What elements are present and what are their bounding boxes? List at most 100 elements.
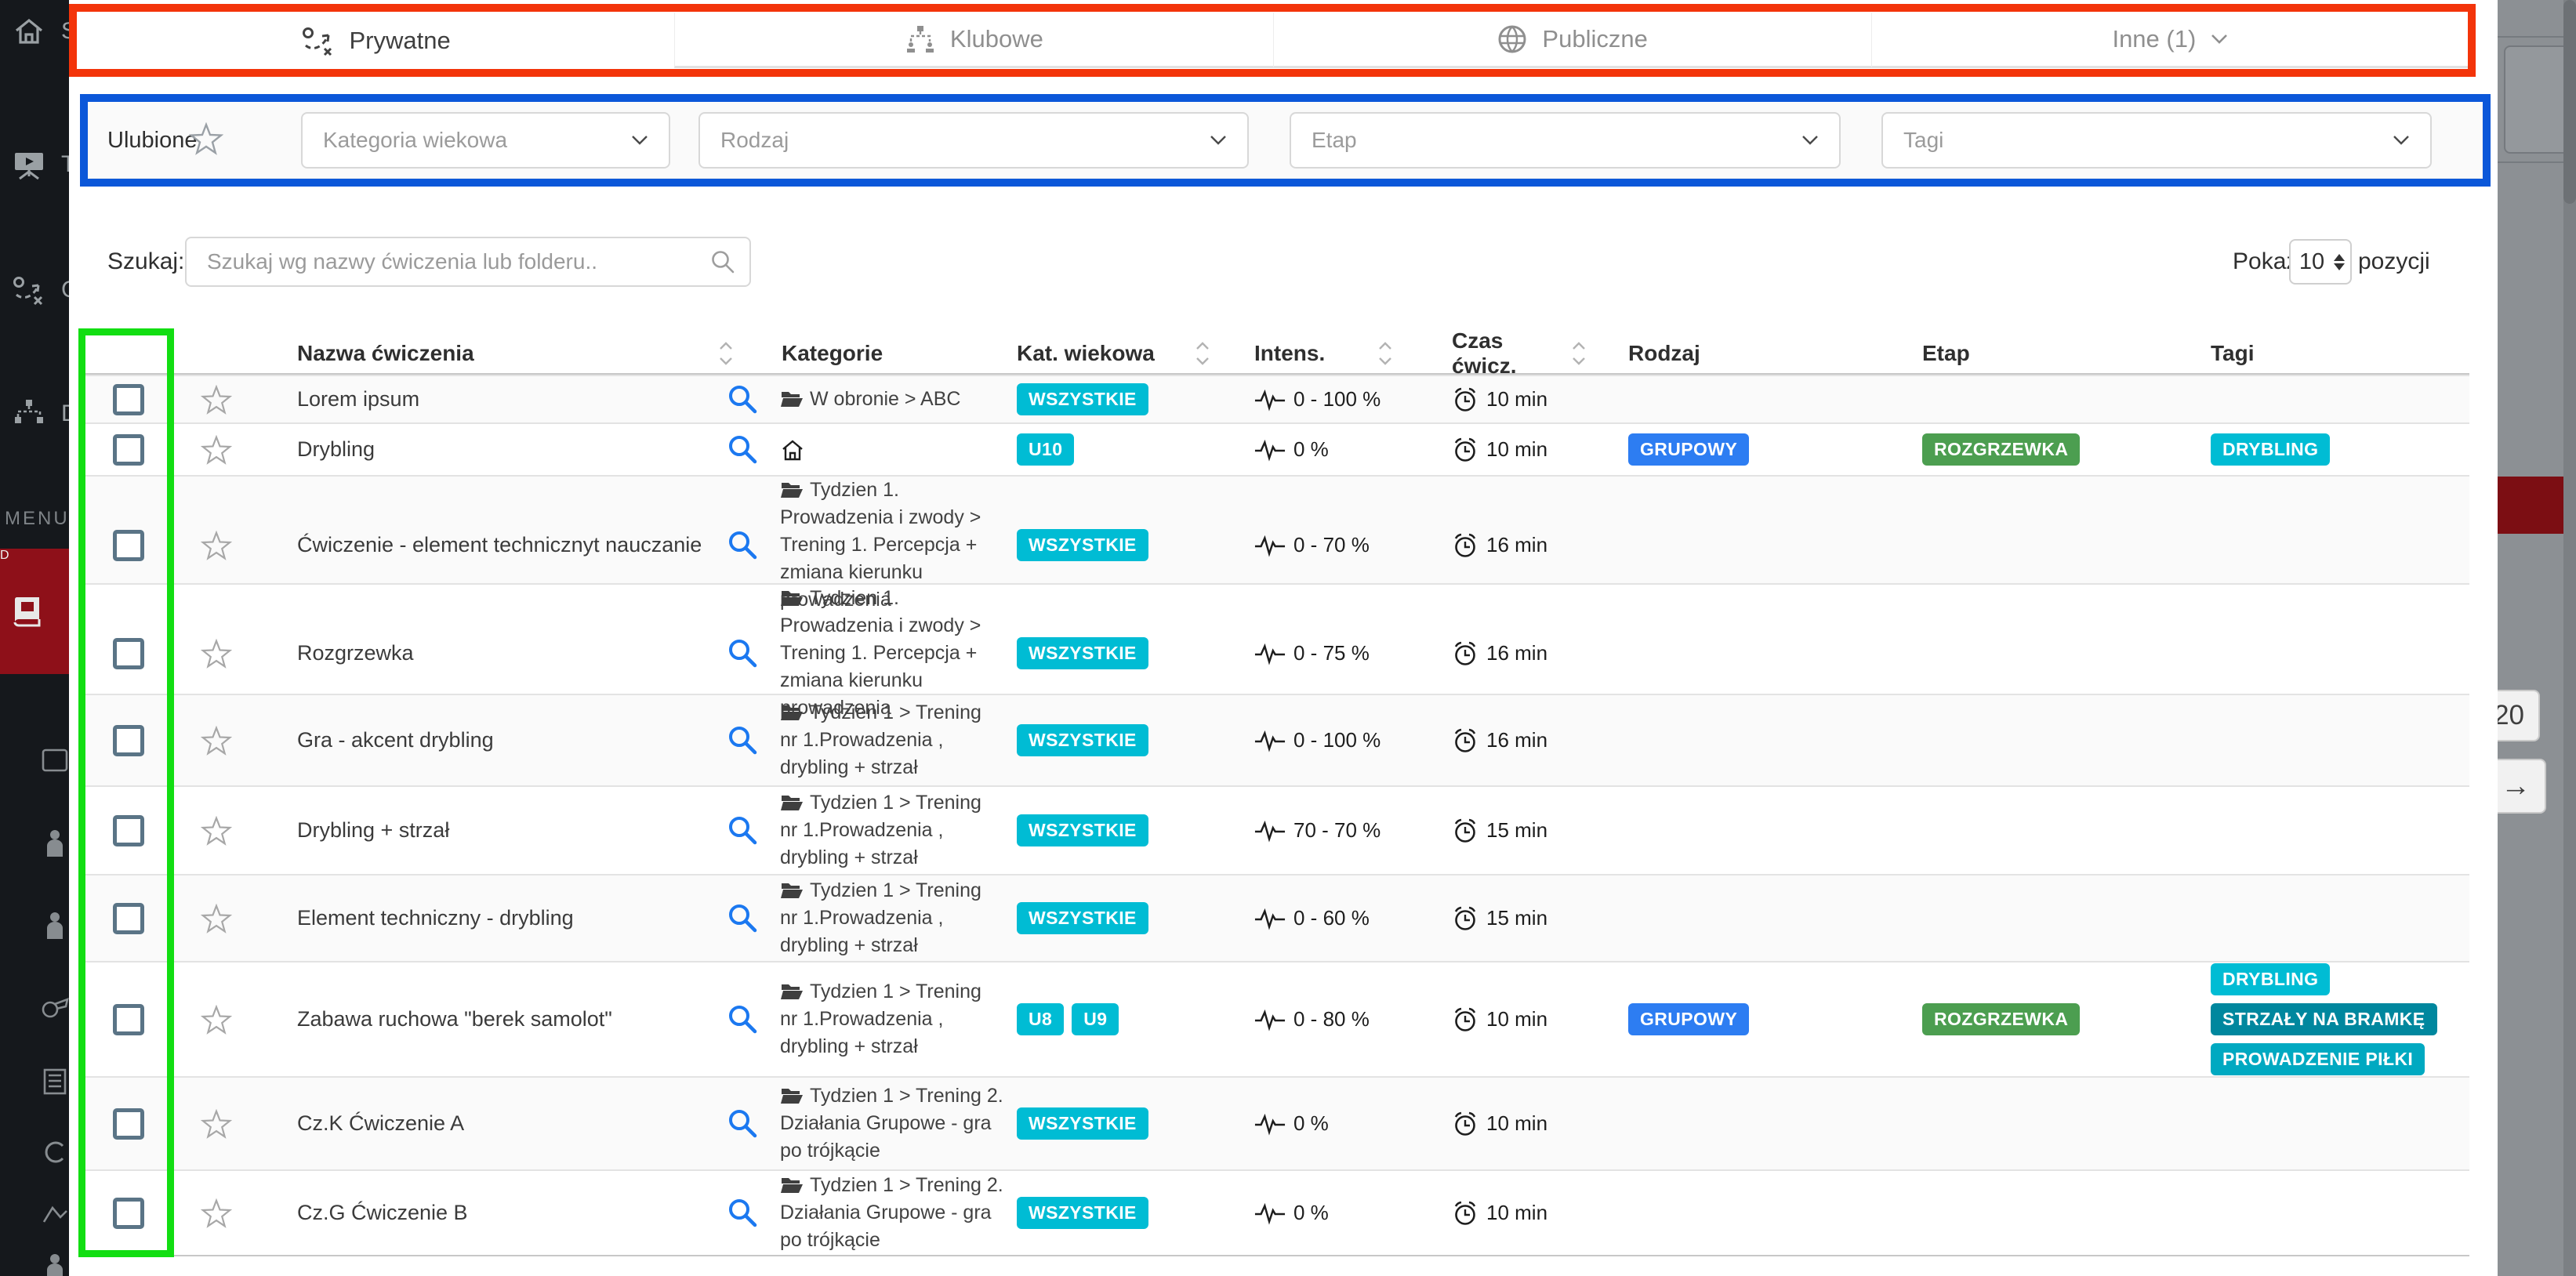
sidebar-item-exercises[interactable]: Ć	[0, 252, 69, 328]
person-icon[interactable]	[39, 827, 69, 858]
chevron-down-icon	[1210, 135, 1227, 146]
sidebar-item-theory[interactable]: T	[0, 127, 69, 202]
filter-etap[interactable]: Etap	[1290, 112, 1841, 169]
sidebar-item-start[interactable]: S	[0, 0, 69, 69]
page-size-select[interactable]	[2289, 239, 2352, 285]
exercise-name[interactable]: Zabawa ruchowa "berek samolot"	[258, 1007, 706, 1031]
header-name[interactable]: Nazwa ćwiczenia	[258, 339, 780, 368]
home-icon	[11, 13, 47, 49]
preview-search-icon[interactable]	[706, 384, 780, 415]
filter-kategoria-wiekowa[interactable]: Kategoria wiekowa	[301, 112, 670, 169]
exercise-name[interactable]: Element techniczny - drybling	[258, 906, 706, 930]
row-checkbox[interactable]	[113, 638, 144, 669]
preview-search-icon[interactable]	[706, 725, 780, 756]
tab-inne[interactable]: Inne (1)	[1871, 13, 2469, 68]
row-checkbox[interactable]	[113, 903, 144, 934]
star-icon[interactable]	[175, 435, 258, 465]
header-intensity[interactable]: Intens.	[1243, 339, 1442, 368]
backdrop-next-arrow-button[interactable]: →	[2498, 759, 2546, 814]
scrollbar-thumb[interactable]	[2563, 0, 2576, 204]
stepper-arrows-icon[interactable]	[2334, 254, 2345, 270]
preview-search-icon[interactable]	[706, 903, 780, 934]
exercise-name[interactable]: Ćwiczenie - element technicznyt nauczani…	[258, 533, 706, 557]
preview-search-icon[interactable]	[706, 815, 780, 846]
duration-value: 15 min	[1486, 906, 1547, 930]
exercise-name[interactable]: Gra - akcent drybling	[258, 728, 706, 752]
letter-c-icon[interactable]	[39, 1136, 69, 1168]
preview-search-icon[interactable]	[706, 1198, 780, 1229]
search-input[interactable]	[205, 248, 710, 275]
exercise-name[interactable]: Cz.G Ćwiczenie B	[258, 1201, 706, 1225]
shape-icon[interactable]	[39, 1199, 69, 1231]
category-path: W obronie > ABC	[810, 388, 960, 410]
star-icon[interactable]	[175, 385, 258, 415]
sort-arrows-icon[interactable]	[717, 339, 735, 368]
header-duration[interactable]: Czas ćwicz.	[1442, 328, 1623, 379]
preview-search-icon[interactable]	[706, 638, 780, 669]
star-icon[interactable]	[175, 531, 258, 560]
preview-search-icon[interactable]	[706, 434, 780, 466]
sort-arrows-icon[interactable]	[1194, 339, 1211, 368]
stage-badge: ROZGRZEWKA	[1922, 433, 2080, 466]
row-checkbox[interactable]	[113, 434, 144, 466]
clock-icon	[1452, 1200, 1478, 1227]
filter-tagi[interactable]: Tagi	[1881, 112, 2432, 169]
whistle-icon[interactable]	[39, 991, 69, 1023]
chevron-down-icon	[631, 135, 648, 146]
exercise-name[interactable]: Drybling + strzał	[258, 818, 706, 843]
modal-backdrop-strip: 20 →	[2498, 0, 2576, 1276]
header-categories: Kategorie	[780, 341, 1011, 366]
row-checkbox[interactable]	[113, 1108, 144, 1140]
page-size-input[interactable]	[2296, 248, 2327, 276]
globe-icon	[1497, 24, 1528, 55]
row-checkbox[interactable]	[113, 1198, 144, 1229]
table-row: Element techniczny - drybling Tydzien 1 …	[82, 874, 2469, 961]
person-icon[interactable]	[39, 909, 69, 941]
tag-badge: DRYBLING	[2211, 963, 2330, 995]
person-icon[interactable]	[39, 1251, 69, 1276]
tab-label: Publiczne	[1542, 25, 1647, 53]
row-checkbox[interactable]	[113, 725, 144, 756]
exercise-table: Nazwa ćwiczenia Kategorie Kat. wiekowa I…	[82, 328, 2469, 1256]
header-age[interactable]: Kat. wiekowa	[1011, 339, 1243, 368]
sidebar-item-database[interactable]: D	[0, 376, 69, 451]
filter-placeholder: Kategoria wiekowa	[323, 128, 507, 153]
filter-rodzaj[interactable]: Rodzaj	[698, 112, 1249, 169]
book-icon	[11, 593, 47, 629]
folder-open-icon	[780, 480, 804, 499]
header-kind: Rodzaj	[1623, 341, 1917, 366]
tag-badge: DRYBLING	[2211, 433, 2330, 466]
exercise-name[interactable]: Rozgrzewka	[258, 641, 706, 665]
tag-badge: PROWADZENIE PIŁKI	[2211, 1043, 2425, 1075]
sort-arrows-icon[interactable]	[1377, 339, 1394, 368]
page-scrollbar[interactable]	[2563, 0, 2576, 1276]
row-checkbox[interactable]	[113, 1004, 144, 1035]
star-icon[interactable]	[175, 1005, 258, 1035]
star-icon[interactable]	[175, 639, 258, 669]
intensity-value: 0 %	[1293, 1111, 1329, 1136]
row-checkbox[interactable]	[113, 815, 144, 846]
preview-search-icon[interactable]	[706, 1108, 780, 1140]
exercise-name[interactable]: Drybling	[258, 437, 706, 462]
tab-publiczne[interactable]: Publiczne	[1273, 13, 1871, 68]
row-checkbox[interactable]	[113, 384, 144, 415]
preview-search-icon[interactable]	[706, 1004, 780, 1035]
frame-icon[interactable]	[39, 745, 69, 776]
exercise-name[interactable]: Cz.K Ćwiczenie A	[258, 1111, 706, 1136]
exercise-name[interactable]: Lorem ipsum	[258, 387, 706, 411]
tab-prywatne[interactable]: Prywatne	[77, 13, 674, 68]
preview-search-icon[interactable]	[706, 530, 780, 561]
tab-klubowe[interactable]: Klubowe	[674, 13, 1272, 68]
star-icon[interactable]	[175, 1198, 258, 1228]
star-icon[interactable]	[175, 904, 258, 933]
star-icon[interactable]	[175, 816, 258, 846]
sort-arrows-icon[interactable]	[1570, 339, 1587, 368]
sidebar-item-label: Ć	[61, 277, 69, 303]
sidebar-item-active-database[interactable]: D	[0, 549, 69, 674]
star-icon[interactable]	[175, 1109, 258, 1139]
star-icon[interactable]	[175, 726, 258, 756]
row-checkbox[interactable]	[113, 530, 144, 561]
table-row: Rozgrzewka Tydzien 1. Prowadzenia i zwod…	[82, 583, 2469, 694]
star-icon[interactable]	[189, 122, 223, 155]
list-icon[interactable]	[39, 1066, 69, 1097]
